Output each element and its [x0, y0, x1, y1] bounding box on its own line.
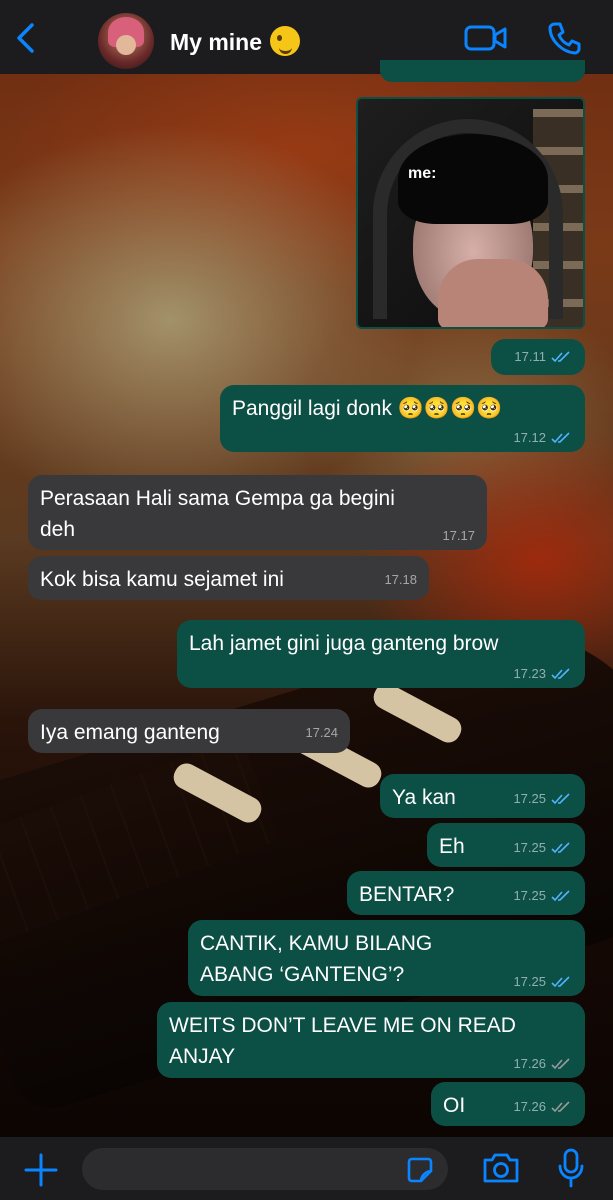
outgoing-message[interactable]: Eh 17.25 — [427, 823, 585, 867]
meme-caption: me: — [408, 165, 437, 182]
message-text: Iya emang ganteng — [40, 721, 220, 744]
read-ticks-icon — [551, 976, 570, 988]
outgoing-message[interactable]: Panggil lagi donk 🥺🥺🥺🥺 17.12 — [220, 385, 585, 452]
add-attachment-icon[interactable] — [24, 1153, 58, 1187]
message-text: Kok bisa kamu sejamet ini — [40, 568, 284, 591]
outgoing-message[interactable]: WEITS DON’T LEAVE ME ON READ ANJAY 17.26 — [157, 1002, 585, 1078]
message-time: 17.25 — [513, 888, 546, 903]
read-ticks-icon — [551, 351, 570, 363]
message-time: 17.12 — [513, 430, 546, 445]
sticker-icon[interactable] — [406, 1156, 434, 1184]
read-ticks-icon — [551, 890, 570, 902]
delivered-ticks-icon — [551, 1058, 570, 1070]
meme-image: me: — [358, 99, 583, 327]
message-time: 17.26 — [513, 1099, 546, 1114]
message-text: Eh — [439, 835, 465, 858]
message-time: 17.25 — [513, 974, 546, 989]
photo-timestamp-bubble: 17.11 — [491, 339, 585, 375]
message-text: WEITS DON’T LEAVE ME ON READ ANJAY — [169, 1014, 516, 1068]
outgoing-message[interactable]: BENTAR? 17.25 — [347, 871, 585, 915]
delivered-ticks-icon — [551, 1101, 570, 1113]
read-ticks-icon — [551, 668, 570, 680]
message-time: 17.25 — [513, 840, 546, 855]
outgoing-message[interactable]: OI 17.26 — [431, 1082, 585, 1126]
meme-hand — [438, 259, 548, 327]
contact-name: My mine — [170, 29, 263, 55]
winking-face-with-tongue-icon — [270, 26, 301, 56]
message-text: CANTIK, KAMU BILANG ABANG ‘GANTENG’? — [200, 932, 433, 986]
read-ticks-icon — [551, 842, 570, 854]
message-input[interactable] — [82, 1148, 448, 1190]
camera-icon[interactable] — [481, 1151, 521, 1185]
photo-message[interactable]: me: — [356, 97, 585, 329]
video-call-icon[interactable] — [464, 24, 508, 52]
message-text: Ya kan — [392, 786, 456, 809]
message-time: 17.11 — [514, 349, 546, 364]
message-time: 17.18 — [384, 572, 417, 587]
message-time: 17.26 — [513, 1056, 546, 1071]
previous-message-bubble[interactable] — [380, 60, 585, 82]
message-time: 17.24 — [305, 725, 338, 740]
back-chevron-icon[interactable] — [14, 22, 36, 54]
outgoing-message[interactable]: CANTIK, KAMU BILANG ABANG ‘GANTENG’? 17.… — [188, 920, 585, 996]
message-time: 17.23 — [513, 666, 546, 681]
message-time: 17.25 — [513, 791, 546, 806]
message-time: 17.17 — [442, 528, 475, 543]
message-text: Lah jamet gini juga ganteng brow — [189, 632, 499, 655]
incoming-message[interactable]: Perasaan Hali sama Gempa ga begini deh 1… — [28, 475, 487, 550]
contact-avatar[interactable] — [98, 13, 154, 69]
read-ticks-icon — [551, 793, 570, 805]
incoming-message[interactable]: Iya emang ganteng 17.24 — [28, 709, 350, 753]
message-text: Panggil lagi donk 🥺🥺🥺🥺 — [232, 397, 503, 420]
chat-screen: My mine me: 17.11 Panggil lagi donk 🥺🥺🥺🥺… — [0, 0, 613, 1200]
read-ticks-icon — [551, 432, 570, 444]
incoming-message[interactable]: Kok bisa kamu sejamet ini 17.18 — [28, 556, 429, 600]
message-text: OI — [443, 1094, 466, 1117]
message-text: BENTAR? — [359, 883, 455, 906]
contact-name-row[interactable]: My mine — [170, 26, 301, 56]
phone-call-icon[interactable] — [547, 21, 581, 55]
outgoing-message[interactable]: Ya kan 17.25 — [380, 774, 585, 818]
message-text: Perasaan Hali sama Gempa ga begini deh — [40, 487, 395, 541]
outgoing-message[interactable]: Lah jamet gini juga ganteng brow 17.23 — [177, 620, 585, 688]
microphone-icon[interactable] — [558, 1148, 584, 1188]
